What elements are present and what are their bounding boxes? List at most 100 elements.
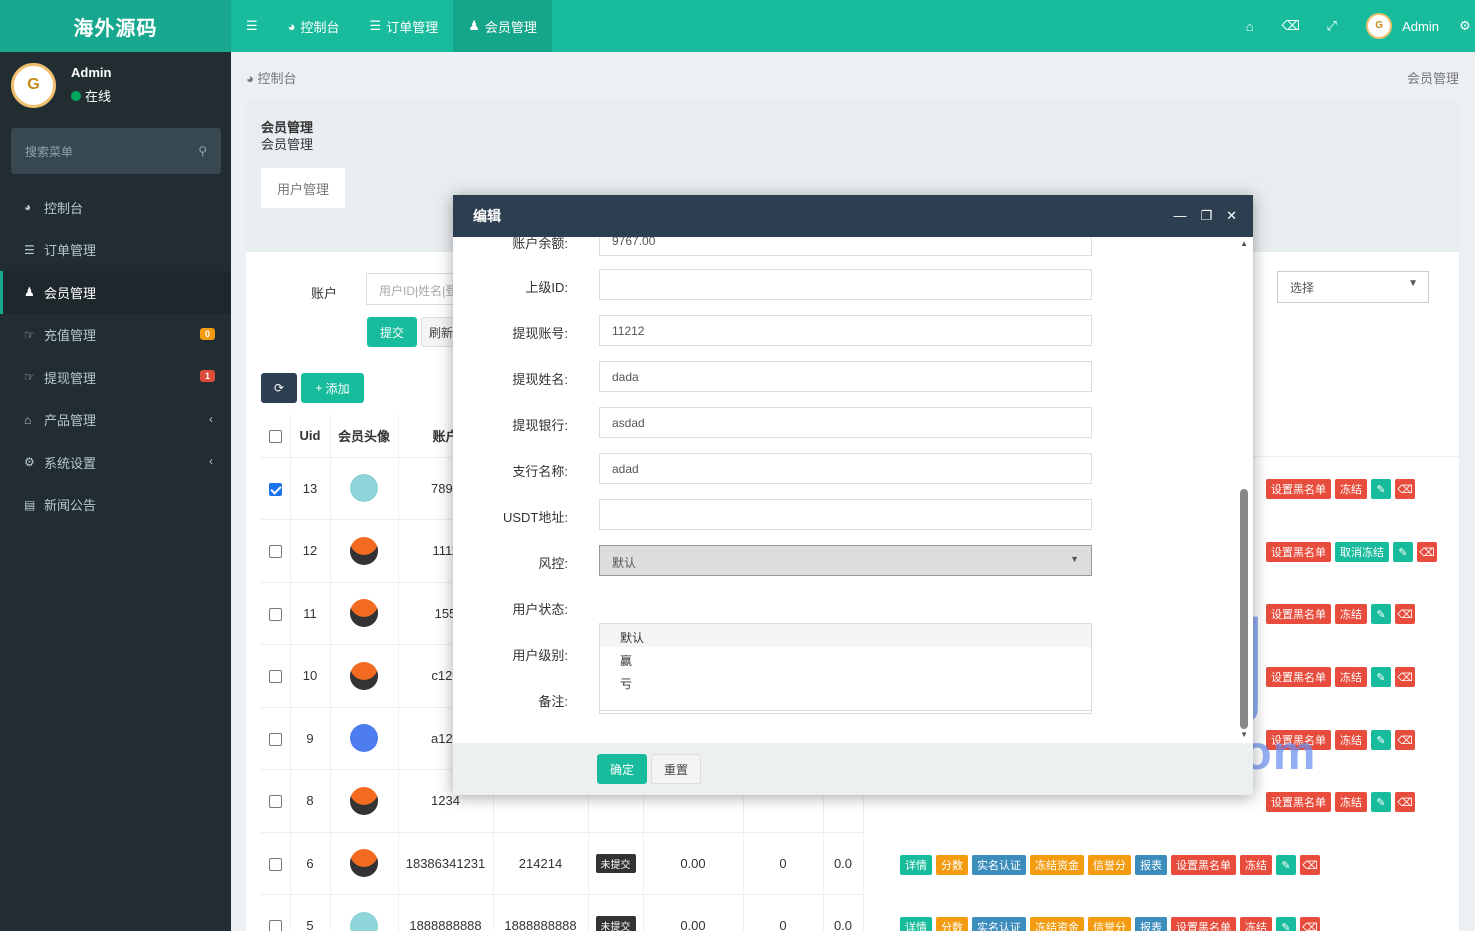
field-input[interactable]: adad [599,453,1092,484]
row-checkbox[interactable] [268,670,282,684]
edit-button[interactable]: ✎ [1276,917,1296,931]
freeze-button[interactable]: 冻结 [1335,667,1367,687]
delete-button[interactable]: ⌫ [1417,542,1437,562]
delete-button[interactable]: ⌫ [1395,604,1415,624]
credit-button[interactable]: 信誉分 [1088,917,1131,931]
edit-button[interactable]: ✎ [1371,792,1391,812]
trash-icon[interactable]: ⌫ [1270,18,1311,34]
user-menu[interactable]: G Admin [1352,13,1455,39]
delete-button[interactable]: ⌫ [1395,792,1415,812]
field-input[interactable] [599,499,1092,530]
submit-button[interactable]: 提交 [367,317,417,347]
realname-button[interactable]: 实名认证 [972,917,1026,931]
col-uid[interactable]: Uid [290,415,331,458]
sidebar-toggle-button[interactable]: ☰ [231,0,273,52]
row-checkbox[interactable] [268,920,282,931]
tab-user-management[interactable]: 用户管理 [261,168,345,208]
sidebar-item[interactable]: ♟ 会员管理 [0,271,231,314]
unfreeze-button[interactable]: 取消冻结 [1335,542,1389,562]
filter-select[interactable]: 选择 ▼ [1277,271,1429,303]
modal-body[interactable]: 账户余额: 9767.00 上级ID: 提现账号: 11212 提现姓名: dada 提现银行… [453,237,1253,743]
blacklist-button[interactable]: 设置黑名单 [1266,604,1331,624]
blacklist-button[interactable]: 设置黑名单 [1266,792,1331,812]
score-button[interactable]: 分数 [936,917,968,931]
tab-members[interactable]: ♟ 会员管理 [453,0,552,52]
freeze-button[interactable]: 冻结 [1240,917,1272,931]
maximize-icon[interactable]: ❐ [1200,208,1212,224]
select-all-checkbox[interactable] [268,430,282,444]
edit-button[interactable]: ✎ [1276,855,1296,875]
row-checkbox[interactable] [268,607,282,621]
row-checkbox[interactable] [268,732,282,746]
delete-button[interactable]: ⌫ [1395,479,1415,499]
scroll-up-icon[interactable]: ▲ [1240,239,1248,248]
delete-button[interactable]: ⌫ [1300,917,1320,931]
row-checkbox[interactable] [268,795,282,809]
delete-button[interactable]: ⌫ [1395,730,1415,750]
table-row[interactable]: 5 1888888888 1888888888 未提交 0.00 0 0.0 [261,894,864,931]
edit-button[interactable]: ✎ [1393,542,1413,562]
risk-option[interactable]: 默认 [600,624,1091,647]
row-checkbox[interactable] [268,482,282,496]
table-row[interactable]: 6 18386341231 214214 未提交 0.00 0 0.0 [261,832,864,895]
risk-option[interactable]: 赢 [600,647,1091,670]
close-icon[interactable]: ✕ [1226,208,1237,224]
fullscreen-icon[interactable]: ⤢ [1311,18,1352,34]
edit-button[interactable]: ✎ [1371,479,1391,499]
field-input[interactable]: 9767.00 [599,237,1092,256]
freeze-button[interactable]: 冻结 [1335,730,1367,750]
freeze-button[interactable]: 冻结 [1335,792,1367,812]
row-checkbox[interactable] [268,857,282,871]
tab-orders[interactable]: ☰ 订单管理 [355,0,454,52]
blacklist-button[interactable]: 设置黑名单 [1171,917,1236,931]
app-logo[interactable]: 海外源码 [0,0,231,52]
modal-scrollbar[interactable]: ▲ ▼ [1240,239,1248,739]
sidebar-item[interactable]: ☰ 订单管理 [0,229,231,272]
field-input[interactable]: 11212 [599,315,1092,346]
home-icon[interactable]: ⌂ [1229,19,1270,34]
refresh-button[interactable]: ⟳ [261,373,297,403]
delete-button[interactable]: ⌫ [1395,667,1415,687]
sidebar-item[interactable]: ▤ 新闻公告 [0,484,231,527]
score-button[interactable]: 分数 [936,855,968,875]
sidebar-item[interactable]: ☞ 充值管理 0 [0,314,231,357]
scroll-down-icon[interactable]: ▼ [1240,730,1248,739]
detail-button[interactable]: 详情 [900,855,932,875]
menu-search-input[interactable]: 搜索菜单 ⚲ [11,128,221,174]
breadcrumb[interactable]: ◕ 控制台 [246,68,297,87]
blacklist-button[interactable]: 设置黑名单 [1266,479,1331,499]
blacklist-button[interactable]: 设置黑名单 [1266,667,1331,687]
sidebar-item[interactable]: ☞ 提现管理 1 [0,356,231,399]
blacklist-button[interactable]: 设置黑名单 [1266,542,1331,562]
realname-button[interactable]: 实名认证 [972,855,1026,875]
edit-button[interactable]: ✎ [1371,667,1391,687]
sidebar-item[interactable]: ⌂ 产品管理 ‹ [0,399,231,442]
edit-button[interactable]: ✎ [1371,730,1391,750]
row-checkbox[interactable] [268,545,282,559]
report-button[interactable]: 报表 [1135,917,1167,931]
delete-button[interactable]: ⌫ [1300,855,1320,875]
freeze-money-button[interactable]: 冻结资金 [1030,855,1084,875]
edit-button[interactable]: ✎ [1371,604,1391,624]
tab-dashboard[interactable]: ◕ 控制台 [273,0,355,52]
minimize-icon[interactable]: — [1173,208,1186,224]
field-input[interactable] [599,269,1092,300]
freeze-button[interactable]: 冻结 [1240,855,1272,875]
risk-option[interactable]: 亏 [600,670,1091,693]
confirm-button[interactable]: 确定 [597,754,647,784]
scrollbar-thumb[interactable] [1240,489,1248,729]
credit-button[interactable]: 信誉分 [1088,855,1131,875]
add-button[interactable]: + 添加 [301,373,364,403]
detail-button[interactable]: 详情 [900,917,932,931]
blacklist-button[interactable]: 设置黑名单 [1266,730,1331,750]
sidebar-item[interactable]: ◕ 控制台 [0,186,231,229]
blacklist-button[interactable]: 设置黑名单 [1171,855,1236,875]
risk-select[interactable]: 默认 ▼ [599,545,1092,576]
field-input[interactable]: asdad [599,407,1092,438]
freeze-money-button[interactable]: 冻结资金 [1030,917,1084,931]
field-input[interactable]: dada [599,361,1092,392]
search-icon[interactable]: ⚲ [198,144,207,158]
report-button[interactable]: 报表 [1135,855,1167,875]
col-avatar[interactable]: 会员头像 [330,415,399,458]
freeze-button[interactable]: 冻结 [1335,604,1367,624]
